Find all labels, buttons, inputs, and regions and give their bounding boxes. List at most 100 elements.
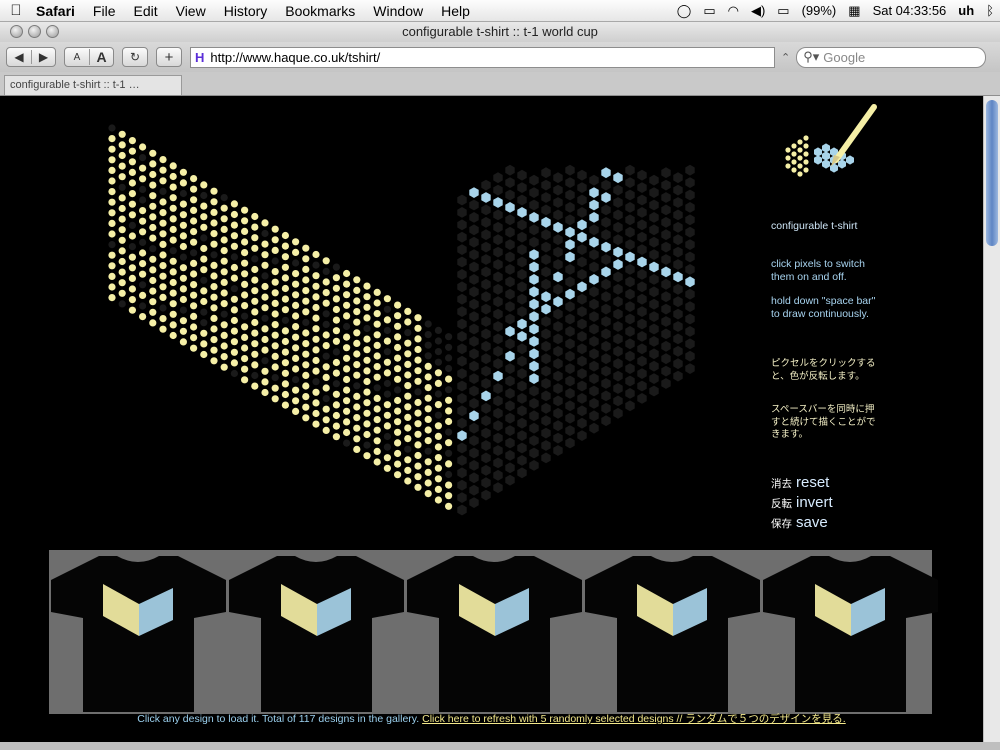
pixel-right[interactable] xyxy=(577,244,587,255)
back-button[interactable]: ◀ xyxy=(7,50,31,64)
pixel-left[interactable] xyxy=(179,179,187,187)
pixel-left[interactable] xyxy=(210,293,218,301)
pixel-left[interactable] xyxy=(251,287,259,295)
pixel-left[interactable] xyxy=(414,388,422,396)
pixel-left[interactable] xyxy=(312,399,320,407)
pixel-left[interactable] xyxy=(139,164,147,172)
pixel-left[interactable] xyxy=(394,396,402,405)
pixel-left[interactable] xyxy=(383,443,391,451)
pixel-left[interactable] xyxy=(332,337,340,345)
pixel-left[interactable] xyxy=(169,225,177,234)
pixel-left[interactable] xyxy=(190,334,198,342)
pixel-left[interactable] xyxy=(404,392,412,400)
pixel-right[interactable] xyxy=(661,204,671,216)
pixel-right[interactable] xyxy=(661,179,671,191)
pixel-left[interactable] xyxy=(241,259,249,267)
pixel-left[interactable] xyxy=(373,331,381,339)
pixel-left[interactable] xyxy=(128,274,136,282)
pixel-left[interactable] xyxy=(210,198,218,206)
pixel-right[interactable] xyxy=(613,333,623,345)
pixel-left[interactable] xyxy=(210,272,218,280)
pixel-left[interactable] xyxy=(139,281,147,289)
pixel-left[interactable] xyxy=(343,291,351,299)
pixel-right[interactable] xyxy=(661,192,671,203)
pixel-right[interactable] xyxy=(541,390,551,402)
pixel-right[interactable] xyxy=(541,303,551,315)
pixel-left[interactable] xyxy=(353,435,361,443)
pixel-right[interactable] xyxy=(661,303,671,315)
pixel-right[interactable] xyxy=(613,370,623,382)
pixel-left[interactable] xyxy=(190,281,198,289)
pixel-left[interactable] xyxy=(332,369,340,377)
pixel-right[interactable] xyxy=(613,184,623,196)
pixel-right[interactable] xyxy=(637,182,647,193)
pixel-left[interactable] xyxy=(169,215,177,223)
pixel-right[interactable] xyxy=(505,375,515,387)
pixel-right[interactable] xyxy=(565,226,575,238)
pixel-left[interactable] xyxy=(220,278,228,286)
pixel-right[interactable] xyxy=(457,430,467,441)
pixel-left[interactable] xyxy=(353,297,361,305)
pixel-left[interactable] xyxy=(251,371,259,380)
pixel-right[interactable] xyxy=(565,288,575,300)
pixel-left[interactable] xyxy=(424,352,432,360)
pixel-left[interactable] xyxy=(404,307,412,315)
pixel-left[interactable] xyxy=(230,348,238,356)
pixel-right[interactable] xyxy=(613,271,623,283)
pixel-right[interactable] xyxy=(685,177,695,188)
pixel-right[interactable] xyxy=(541,266,551,278)
pixel-left[interactable] xyxy=(139,217,147,225)
pixel-left[interactable] xyxy=(281,316,289,324)
pixel-right[interactable] xyxy=(553,308,563,320)
pixel-right[interactable] xyxy=(565,313,575,325)
pixel-left[interactable] xyxy=(373,394,381,402)
pixel-left[interactable] xyxy=(332,348,340,356)
pixel-right[interactable] xyxy=(493,345,503,357)
pixel-right[interactable] xyxy=(601,254,611,265)
pixel-right[interactable] xyxy=(637,256,647,268)
pixel-right[interactable] xyxy=(613,197,623,208)
pixel-left[interactable] xyxy=(434,464,442,472)
pixel-right[interactable] xyxy=(517,182,527,193)
pixel-left[interactable] xyxy=(292,238,300,246)
pixel-right[interactable] xyxy=(505,350,515,362)
pixel-right[interactable] xyxy=(637,231,647,243)
pixel-left[interactable] xyxy=(302,308,310,316)
pixel-left[interactable] xyxy=(281,337,289,346)
pixel-left[interactable] xyxy=(149,213,157,221)
pixel-left[interactable] xyxy=(343,397,351,405)
pixel-left[interactable] xyxy=(251,234,259,242)
pixel-right[interactable] xyxy=(589,236,599,248)
pixel-left[interactable] xyxy=(404,318,412,326)
pixel-right[interactable] xyxy=(637,331,647,342)
pixel-left[interactable] xyxy=(292,354,300,362)
pixel-right[interactable] xyxy=(553,370,563,382)
pixel-left[interactable] xyxy=(434,496,442,504)
pixel-left[interactable] xyxy=(404,445,412,453)
pixel-left[interactable] xyxy=(343,439,351,447)
pixel-right[interactable] xyxy=(505,177,515,188)
pixel-left[interactable] xyxy=(261,388,269,397)
pixel-right[interactable] xyxy=(649,212,659,223)
pixel-left[interactable] xyxy=(292,312,300,320)
pixel-left[interactable] xyxy=(343,269,351,278)
close-button[interactable] xyxy=(10,25,23,38)
pixel-right[interactable] xyxy=(589,373,599,384)
pixel-right[interactable] xyxy=(673,296,683,308)
pixel-right[interactable] xyxy=(613,321,623,332)
pixel-right[interactable] xyxy=(457,405,467,417)
pixel-left[interactable] xyxy=(312,367,320,375)
pixel-left[interactable] xyxy=(210,240,218,248)
pixel-left[interactable] xyxy=(220,353,228,361)
pixel-right[interactable] xyxy=(613,234,623,246)
pixel-right[interactable] xyxy=(481,303,491,315)
pixel-right[interactable] xyxy=(649,348,659,360)
pixel-left[interactable] xyxy=(190,196,198,204)
pixel-right[interactable] xyxy=(565,400,575,412)
pixel-left[interactable] xyxy=(343,280,351,288)
pixel-left[interactable] xyxy=(383,369,391,377)
pixel-left[interactable] xyxy=(445,407,453,415)
reset-button[interactable]: 消去 reset xyxy=(771,473,829,494)
pixel-right[interactable] xyxy=(505,251,515,263)
pixel-right[interactable] xyxy=(457,318,467,330)
